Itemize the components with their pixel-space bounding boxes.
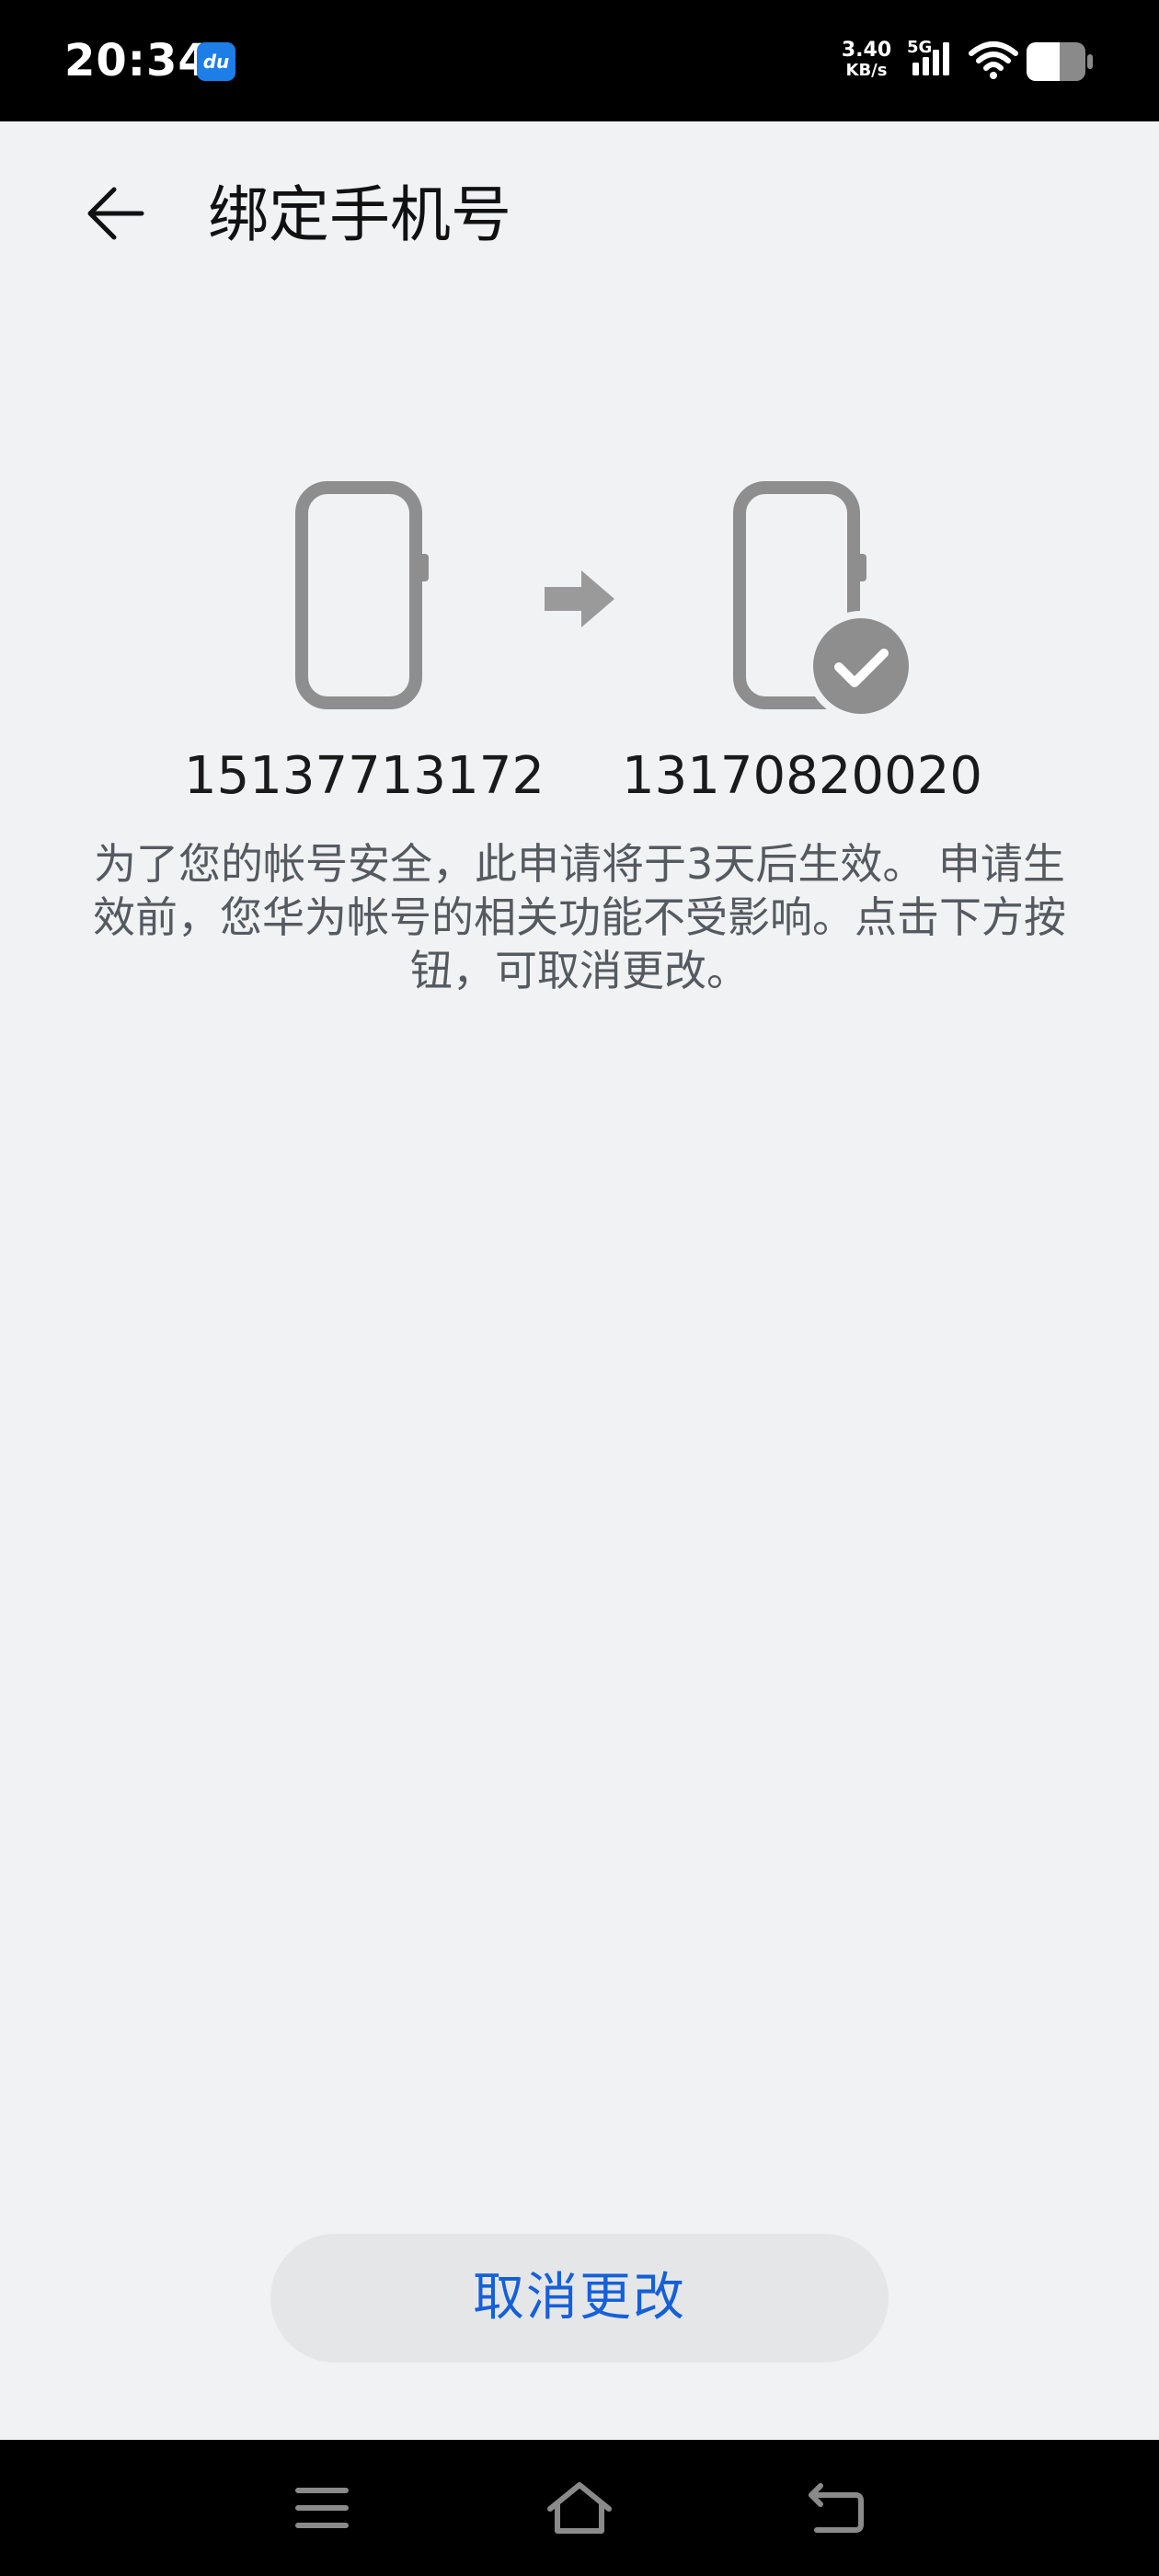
cancel-change-button[interactable]: 取消更改 <box>270 2234 889 2363</box>
status-time: 20:34 <box>64 35 210 86</box>
phone-icon <box>295 481 429 709</box>
nav-menu-button[interactable] <box>267 2440 377 2576</box>
wifi-icon <box>969 41 1018 79</box>
arrow-right-icon <box>545 570 614 627</box>
new-phone-number: 13170820020 <box>622 746 982 806</box>
network-speed-unit: KB/s <box>845 61 888 80</box>
network-speed-value: 3.40 <box>841 39 892 62</box>
back-arrow-icon <box>87 187 144 240</box>
battery-icon <box>1027 42 1093 81</box>
header: 绑定手机号 <box>0 121 1159 305</box>
page-title: 绑定手机号 <box>208 179 511 250</box>
network-speed: 3.40 KB/s <box>839 40 894 81</box>
old-phone-number: 15137713172 <box>184 746 545 806</box>
app-notification-icon: du <box>197 42 235 81</box>
nav-back-button[interactable] <box>782 2440 892 2576</box>
menu-icon <box>295 2488 349 2528</box>
home-icon <box>547 2482 612 2534</box>
phone-check-icon <box>733 481 916 719</box>
back-button[interactable] <box>72 169 160 258</box>
back-icon <box>809 2483 864 2533</box>
notice-text: 为了您的帐号安全，此申请将于3天后生效。 申请生效前，您华为帐号的相关功能不受影… <box>93 839 1066 995</box>
signal-icon <box>912 42 949 75</box>
status-bar: 20:34 du 3.40 KB/s 5G <box>0 0 1159 121</box>
nav-home-button[interactable] <box>524 2440 635 2576</box>
navigation-bar <box>0 2440 1159 2576</box>
